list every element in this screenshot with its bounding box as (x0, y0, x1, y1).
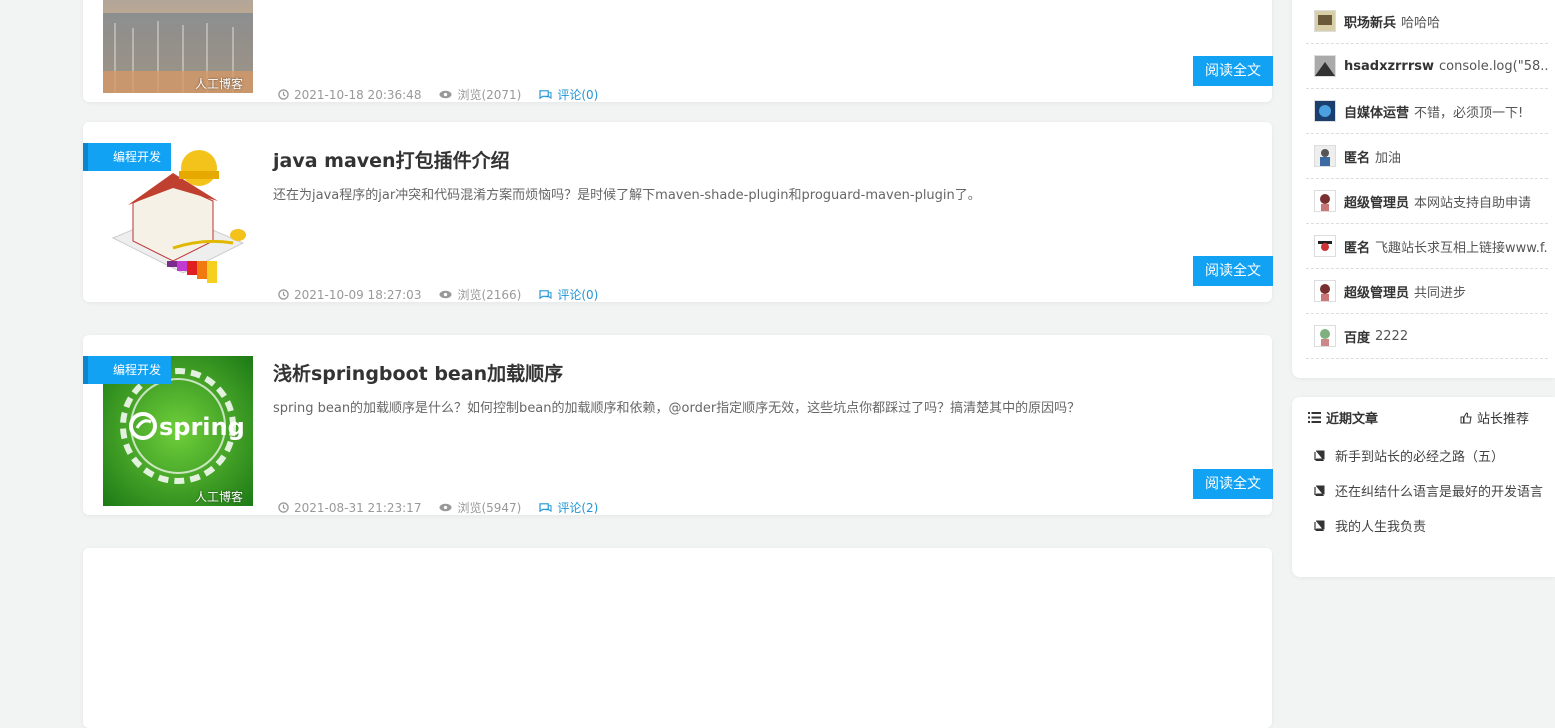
post-title[interactable]: 浅析springboot bean加载顺序 (273, 359, 563, 386)
category-badge[interactable]: 编程开发 (83, 356, 172, 384)
comments-icon (539, 290, 552, 300)
avatar (1314, 280, 1336, 302)
post-views: 浏览(2071) (439, 86, 521, 103)
comment-item[interactable]: 百度 2222 (1306, 314, 1548, 359)
book-icon (1314, 450, 1325, 461)
read-more-button[interactable]: 阅读全文 (1193, 256, 1273, 286)
recent-articles-panel: 近期文章 站长推荐 新手到站长的必经之路（五） 还在纠结什么语言是最好的开发语言… (1292, 397, 1555, 577)
eye-icon (439, 90, 452, 99)
post-date: 2021-08-31 21:23:17 (278, 501, 421, 515)
comment-item[interactable]: 自媒体运营 不错，必须顶一下! (1306, 89, 1548, 134)
post-meta: 2021-10-09 18:27:03 浏览(2166) 评论(0) (278, 286, 616, 303)
comment-item[interactable]: 超级管理员 共同进步 (1306, 269, 1548, 314)
post-excerpt: 还在为java程序的jar冲突和代码混淆方案而烦恼吗？是时候了解下maven-s… (273, 188, 981, 203)
eye-icon (439, 503, 452, 512)
post-date: 2021-10-18 20:36:48 (278, 88, 421, 102)
avatar (1314, 10, 1336, 32)
category-badge[interactable]: 编程开发 (83, 143, 172, 171)
post-excerpt: spring bean的加载顺序是什么？如何控制bean的加载顺序和依赖，@or… (273, 401, 1081, 416)
recent-comments-panel: 职场新兵 哈哈哈 hsadxzrrrsw console.log("58... … (1292, 0, 1555, 378)
avatar (1314, 145, 1336, 167)
clock-icon (278, 289, 289, 300)
recent-article-link[interactable]: 我的人生我负责 (1314, 516, 1426, 535)
post-comments-link[interactable]: 评论(0) (539, 286, 598, 303)
tab-recent-articles[interactable]: 近期文章 (1308, 408, 1378, 427)
tab-recommended[interactable]: 站长推荐 (1460, 408, 1529, 427)
post-views: 浏览(5947) (439, 499, 521, 516)
book-icon (1314, 485, 1325, 496)
recent-article-link[interactable]: 还在纠结什么语言是最好的开发语言 (1314, 481, 1543, 500)
post-views: 浏览(2166) (439, 286, 521, 303)
post-card: spring 人工博客 编程开发 浅析springboot bean加载顺序 s… (83, 335, 1273, 516)
post-card: 人工博客 2021-10-18 20:36:48 浏览(2071) 评论(0) … (83, 0, 1273, 103)
list-icon (1308, 412, 1321, 423)
comment-item[interactable]: 超级管理员 本网站支持自助申请 (1306, 179, 1548, 224)
avatar (1314, 100, 1336, 122)
comment-item[interactable]: hsadxzrrrsw console.log("58... (1306, 44, 1548, 89)
post-meta: 2021-10-18 20:36:48 浏览(2071) 评论(0) (278, 86, 616, 103)
post-card (83, 548, 1272, 728)
post-card: 编程开发 java maven打包插件介绍 还在为java程序的jar冲突和代码… (83, 122, 1273, 303)
thumbnail-watermark: 人工博客 (194, 490, 243, 504)
recent-article-link[interactable]: 新手到站长的必经之路（五） (1314, 446, 1504, 465)
eye-icon (439, 290, 452, 299)
post-comments-link[interactable]: 评论(2) (539, 499, 598, 516)
avatar (1314, 190, 1336, 212)
post-title[interactable]: java maven打包插件介绍 (273, 146, 510, 173)
comment-item[interactable]: 匿名 加油 (1306, 134, 1548, 179)
post-comments-link[interactable]: 评论(0) (539, 86, 598, 103)
read-more-button[interactable]: 阅读全文 (1193, 469, 1273, 499)
clock-icon (278, 502, 289, 513)
comment-item[interactable]: 匿名 飞趣站长求互相上链接www.f... (1306, 224, 1548, 269)
post-date: 2021-10-09 18:27:03 (278, 288, 421, 302)
book-icon (1314, 520, 1325, 531)
avatar (1314, 55, 1336, 77)
thumbnail-watermark: 人工博客 (194, 77, 243, 91)
avatar (1314, 325, 1336, 347)
comments-icon (539, 90, 552, 100)
thumbnail-logo-text: spring (159, 413, 245, 441)
avatar (1314, 235, 1336, 257)
thumbs-up-icon (1460, 411, 1472, 423)
comment-item[interactable]: 职场新兵 哈哈哈 (1306, 0, 1548, 44)
comments-icon (539, 503, 552, 513)
post-thumbnail[interactable]: 人工博客 (103, 0, 253, 93)
post-meta: 2021-08-31 21:23:17 浏览(5947) 评论(2) (278, 499, 616, 516)
article-tabs: 近期文章 站长推荐 (1292, 397, 1555, 437)
clock-icon (278, 89, 289, 100)
read-more-button[interactable]: 阅读全文 (1193, 56, 1273, 86)
